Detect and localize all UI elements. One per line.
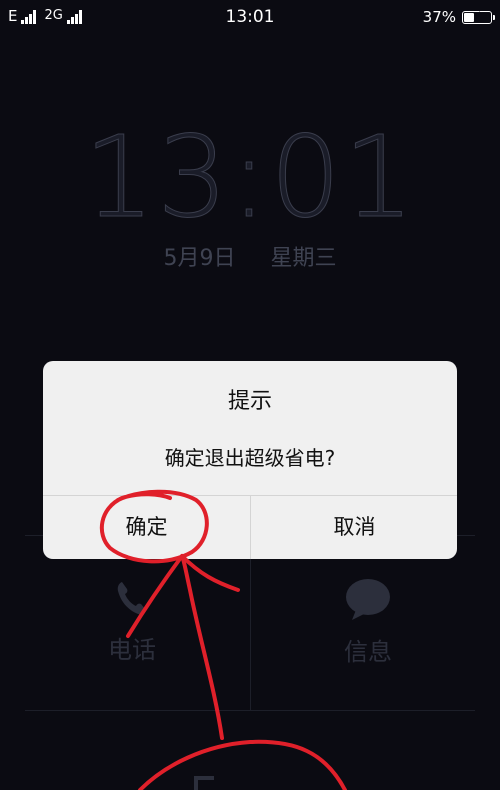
shortcut-messages-label: 信息 (344, 638, 392, 666)
phone-icon (117, 582, 146, 615)
dialog-message: 确定退出超级省电? (164, 446, 336, 470)
divider (250, 535, 251, 710)
message-icon (346, 579, 390, 620)
lock-date: 5月9日 星期三 (0, 240, 500, 272)
shortcut-messages[interactable]: 信息 (308, 578, 428, 667)
status-bar: E 2G 13:01 37% ⚡ (0, 0, 500, 34)
shortcut-phone-label: 电话 (108, 636, 156, 664)
date-text: 5月9日 (163, 246, 236, 271)
battery-icon: ⚡ (462, 8, 495, 24)
battery-percent: 37% (422, 8, 456, 26)
divider (25, 710, 475, 711)
unlock-handle-fragment (194, 776, 214, 790)
lock-clock: 13:01 (83, 113, 417, 243)
exit-power-saving-dialog: 提示 确定退出超级省电? 确定 取消 (43, 361, 457, 559)
charging-bolt-icon: ⚡ (472, 8, 482, 23)
annotation-bottom-loop (138, 739, 347, 790)
shortcut-phone[interactable]: 电话 (72, 578, 192, 665)
battery-group: 37% ⚡ (422, 8, 495, 26)
weekday-text: 星期三 (270, 246, 337, 271)
confirm-button[interactable]: 确定 (43, 496, 250, 559)
dialog-title: 提示 (227, 389, 272, 414)
cancel-button[interactable]: 取消 (250, 496, 457, 559)
